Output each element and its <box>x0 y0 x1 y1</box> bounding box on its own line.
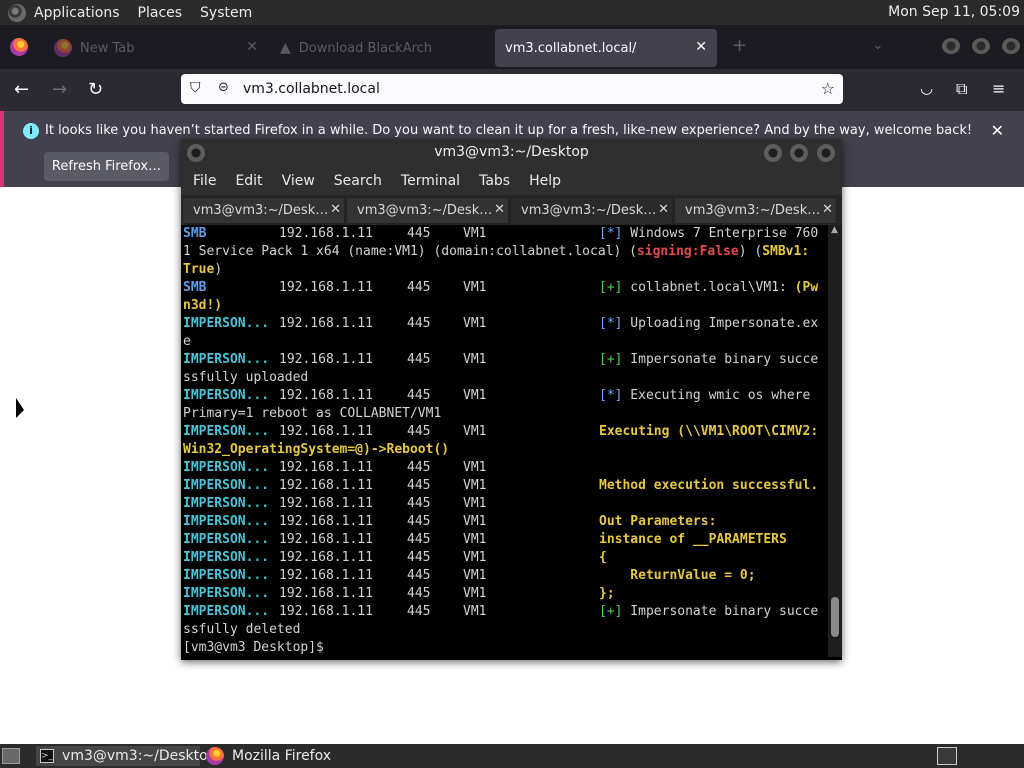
terminal-line: IMPERSON... 192.168.1.11 445 VM1 Executing (… <box>183 424 819 439</box>
menu-view[interactable]: View <box>282 173 315 189</box>
terminal-icon: >_ <box>40 749 55 763</box>
firefox-nav-bar: ← → ↻ ⛉ ⊝ vm3.collabnet.local ☆ ◡ ⧉ ≡ <box>0 69 1024 111</box>
terminal-line: IMPERSON... 192.168.1.11 445 VM1 instance of… <box>183 532 787 547</box>
pocket-icon[interactable]: ◡ <box>920 79 933 97</box>
scrollbar-thumb[interactable] <box>831 597 839 637</box>
gnome-foot-icon[interactable] <box>8 3 26 22</box>
system-menu[interactable]: System <box>200 5 252 21</box>
terminal-line: ssfully deleted <box>183 622 301 637</box>
close-notification-icon[interactable]: ✕ <box>991 121 1004 140</box>
terminal-line: IMPERSON... 192.168.1.11 445 VM1 [*] Executi… <box>183 388 811 403</box>
menu-edit[interactable]: Edit <box>235 173 262 189</box>
tab-download-blackarch[interactable]: ▲ Download BlackArch <box>272 29 494 67</box>
terminal-line: SMB 192.168.1.11 445 VM1 [*] Windows 7 Enter… <box>183 226 819 241</box>
blackarch-logo-icon: ▲ <box>280 40 291 56</box>
terminal-line: IMPERSON... 192.168.1.11 445 VM1 Out Paramet… <box>183 514 717 529</box>
scroll-up-icon[interactable]: ▲ <box>831 225 838 235</box>
shield-icon[interactable]: ⛉ <box>190 80 201 96</box>
close-tab-icon[interactable]: ✕ <box>695 39 707 55</box>
clock[interactable]: Mon Sep 11, 05:09 <box>888 4 1020 20</box>
terminal-prompt[interactable]: [vm3@vm3 Desktop]$ <box>183 639 826 657</box>
menu-terminal[interactable]: Terminal <box>401 173 460 189</box>
menu-search[interactable]: Search <box>334 173 382 189</box>
terminal-line: IMPERSON... 192.168.1.11 445 VM1 Method exec… <box>183 478 819 493</box>
terminal-line: Primary=1 reboot as COLLABNET/VM1 <box>183 406 442 421</box>
terminal-line: Win32_OperatingSystem=@)->Reboot() <box>183 442 450 457</box>
terminal-line: SMB 192.168.1.11 445 VM1 [+] collabnet.local… <box>183 280 819 295</box>
lock-icon[interactable]: ⊝ <box>218 80 229 95</box>
terminal-tab[interactable]: vm3@vm3:~/Desk… ✕ <box>346 197 509 224</box>
bottom-panel: >_ vm3@vm3:~/Desktop Mozilla Firefox <box>0 744 1024 768</box>
terminal-line: ssfully uploaded <box>183 370 309 385</box>
bookmark-star-icon[interactable]: ☆ <box>821 79 835 98</box>
terminal-line: IMPERSON... 192.168.1.11 445 VM1 <box>183 460 487 475</box>
close-tab-icon[interactable]: ✕ <box>494 202 505 217</box>
new-tab-plus-icon[interactable]: + <box>732 35 747 56</box>
minimize-icon[interactable] <box>764 144 782 162</box>
terminal-tab[interactable]: vm3@vm3:~/Desk… ✕ <box>182 197 345 224</box>
refresh-firefox-button[interactable]: Refresh Firefox… <box>44 152 169 181</box>
menu-help[interactable]: Help <box>529 173 561 189</box>
terminal-line: IMPERSON... 192.168.1.11 445 VM1 <box>183 496 487 511</box>
workspace-switcher[interactable] <box>937 747 957 765</box>
terminal-titlebar[interactable]: vm3@vm3:~/Desktop <box>181 139 842 167</box>
terminal-line: n3d!) <box>183 298 223 313</box>
info-icon: i <box>23 123 39 139</box>
firefox-logo-icon <box>54 39 72 57</box>
terminal-line: IMPERSON... 192.168.1.11 445 VM1 ReturnValu… <box>183 568 756 583</box>
terminal-tab-bar: vm3@vm3:~/Desk… ✕ vm3@vm3:~/Desk… ✕ vm3@vm… <box>181 195 842 225</box>
menu-tabs[interactable]: Tabs <box>479 173 510 189</box>
mouse-cursor-icon <box>16 398 24 418</box>
terminal-line: e <box>183 334 191 349</box>
hamburger-menu-icon[interactable]: ≡ <box>992 79 1005 98</box>
maximize-icon[interactable] <box>972 38 990 54</box>
forward-arrow-icon[interactable]: → <box>52 79 67 100</box>
terminal-line: IMPERSON... 192.168.1.11 445 VM1 [+] Imperso… <box>183 604 819 619</box>
close-tab-icon[interactable]: ✕ <box>822 202 833 217</box>
url-text[interactable]: vm3.collabnet.local <box>243 81 380 97</box>
firefox-view-icon[interactable] <box>10 38 28 60</box>
terminal-tab-active[interactable]: vm3@vm3:~/Desk… ✕ <box>510 197 673 224</box>
url-bar[interactable]: ⛉ ⊝ vm3.collabnet.local ☆ <box>181 74 843 104</box>
back-arrow-icon[interactable]: ← <box>14 79 29 100</box>
reload-icon[interactable]: ↻ <box>88 79 103 100</box>
terminal-menubar: File Edit View Search Terminal Tabs Help <box>181 167 842 195</box>
show-desktop-icon[interactable] <box>2 748 20 764</box>
terminal-line: IMPERSON... 192.168.1.11 445 VM1 [+] Imperso… <box>183 352 819 367</box>
places-menu[interactable]: Places <box>138 5 183 21</box>
terminal-title: vm3@vm3:~/Desktop <box>434 144 589 160</box>
terminal-line: True) <box>183 262 223 277</box>
firefox-tab-bar: New Tab ✕ ▲ Download BlackArch vm3.colla… <box>0 25 1024 69</box>
terminal-line: 1 Service Pack 1 x64 (name:VM1) (domain:… <box>183 244 810 259</box>
notification-text: It looks like you haven’t started Firefo… <box>45 123 973 138</box>
taskbar-item-firefox[interactable]: Mozilla Firefox <box>206 746 366 766</box>
taskbar-item-terminal[interactable]: >_ vm3@vm3:~/Desktop <box>36 746 217 766</box>
terminal-line: IMPERSON... 192.168.1.11 445 VM1}; <box>183 586 615 601</box>
close-tab-icon[interactable]: ✕ <box>658 202 669 217</box>
close-tab-icon[interactable]: ✕ <box>246 39 258 55</box>
extensions-icon[interactable]: ⧉ <box>956 79 967 99</box>
terminal-output[interactable]: SMB 192.168.1.11 445 VM1 [*] Windows 7 Enter… <box>183 225 826 657</box>
menu-file[interactable]: File <box>193 173 216 189</box>
terminal-line: IMPERSON... 192.168.1.11 445 VM1 [*] Uploadi… <box>183 316 819 331</box>
tab-vm3-collabnet[interactable]: vm3.collabnet.local/ ✕ <box>495 29 717 67</box>
minimize-icon[interactable] <box>942 38 960 54</box>
tab-new-tab[interactable]: New Tab ✕ <box>46 29 268 67</box>
close-window-icon[interactable] <box>1002 38 1020 54</box>
list-tabs-chevron-icon[interactable]: ⌄ <box>872 37 884 53</box>
firefox-logo-icon <box>206 747 224 765</box>
close-window-icon[interactable] <box>817 144 835 162</box>
maximize-icon[interactable] <box>790 144 808 162</box>
terminal-scrollbar[interactable]: ▲ <box>828 225 842 657</box>
top-panel: Applications Places System Mon Sep 11, 0… <box>0 0 1024 25</box>
applications-menu[interactable]: Applications <box>34 5 120 21</box>
terminal-window: vm3@vm3:~/Desktop File Edit View Search … <box>181 139 842 660</box>
terminal-line: IMPERSON... 192.168.1.11 445 VM1{ <box>183 550 607 565</box>
terminal-tab[interactable]: vm3@vm3:~/Desk… ✕ <box>674 197 837 224</box>
close-tab-icon[interactable]: ✕ <box>330 202 341 217</box>
